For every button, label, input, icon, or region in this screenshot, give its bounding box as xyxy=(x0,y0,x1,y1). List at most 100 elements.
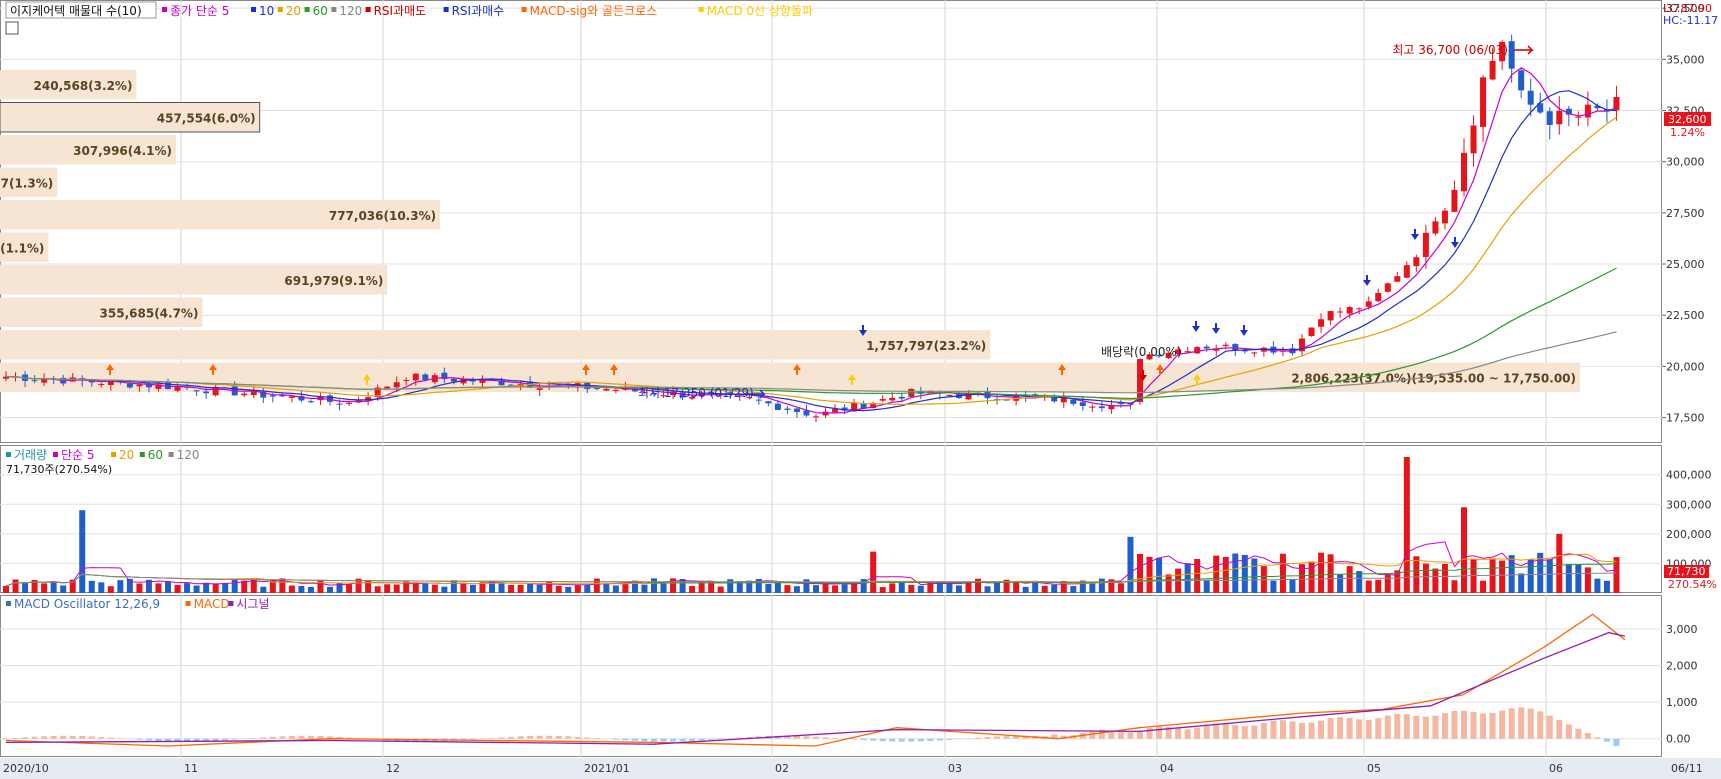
oscillator-bar xyxy=(1489,712,1496,739)
candle-body xyxy=(1432,221,1439,234)
volume-bar xyxy=(536,584,543,593)
low-annotation: 최저 17,350 (01/29) xyxy=(638,386,754,400)
oscillator-bar xyxy=(288,735,295,739)
volume-bar xyxy=(1356,571,1363,593)
volume-bar xyxy=(1518,573,1525,593)
legend-swatch xyxy=(53,452,58,457)
candle-body xyxy=(126,383,133,388)
volume-bar xyxy=(832,585,839,593)
oscillator-bar xyxy=(1422,716,1429,739)
volume-bar xyxy=(1461,507,1467,593)
candle-body xyxy=(1222,344,1229,347)
oscillator-bar xyxy=(1194,728,1201,739)
oscillator-bar xyxy=(870,738,877,741)
candle-body xyxy=(1546,111,1553,125)
candle-body xyxy=(1375,292,1382,302)
oscillator-bar xyxy=(565,736,572,739)
macd-legend-label: MACD Oscillator 12,26,9 xyxy=(14,597,160,611)
volume-bar xyxy=(1594,578,1601,593)
oscillator-bar xyxy=(1356,719,1363,739)
volume-bar xyxy=(889,583,896,593)
volume-bar xyxy=(155,583,162,593)
y-tick-label: 25,000 xyxy=(1666,258,1705,271)
candle-body xyxy=(1318,319,1325,327)
oscillator-bar xyxy=(1117,732,1124,739)
oscillator-bar xyxy=(1375,718,1382,739)
volume-bar xyxy=(565,586,572,593)
oscillator-bar xyxy=(975,737,981,739)
oscillator-bar xyxy=(593,738,600,739)
volume-bar xyxy=(1499,560,1506,593)
volume-bar xyxy=(593,578,600,593)
candle-body xyxy=(879,399,886,401)
candle-body xyxy=(41,379,48,383)
legend-label: 종가 단순 5 xyxy=(170,4,229,18)
volume-bar xyxy=(1127,536,1134,593)
oscillator-bar xyxy=(1565,724,1572,739)
volume-legend-label: 거래량 xyxy=(14,448,47,462)
oscillator-bar xyxy=(813,736,819,739)
candle-body xyxy=(384,386,391,389)
volume-bar xyxy=(3,585,9,593)
volume-bar xyxy=(1403,457,1410,593)
oscillator-bar xyxy=(660,738,667,742)
oscillator-bar xyxy=(250,738,257,739)
oscillator-bar xyxy=(670,738,677,742)
oscillator-bar xyxy=(1308,722,1315,739)
candle-body xyxy=(1441,210,1448,224)
volume-bar xyxy=(1527,559,1534,593)
candle-body xyxy=(1346,307,1353,314)
x-tick-label: 06/11 xyxy=(1671,762,1703,775)
oscillator-bar xyxy=(98,736,105,739)
oscillator-bar xyxy=(31,736,38,739)
oscillator-bar xyxy=(1537,711,1544,739)
oscillator-bar xyxy=(1432,715,1439,739)
volume-bar xyxy=(765,583,772,593)
volume-bar xyxy=(641,584,648,593)
oscillator-bar xyxy=(1613,738,1620,747)
volume-bar xyxy=(1575,564,1582,593)
oscillator-bar xyxy=(1327,718,1334,739)
volume-bar xyxy=(784,585,791,593)
volume-bar xyxy=(584,584,591,593)
volume-bar xyxy=(517,584,524,593)
oscillator-bar xyxy=(1441,713,1448,739)
volume-bar xyxy=(79,510,86,593)
volume-profile-label: 101,327(1.3%) xyxy=(0,177,53,191)
volume-bar xyxy=(498,582,505,593)
volume-bar xyxy=(527,583,534,593)
volume-bar xyxy=(955,585,962,593)
oscillator-bar xyxy=(517,736,524,739)
volume-bar xyxy=(689,586,696,593)
oscillator-bar xyxy=(279,736,286,739)
current-volume: 71,730 xyxy=(1667,565,1706,578)
volume-bar xyxy=(441,586,448,593)
oscillator-bar xyxy=(1518,707,1525,739)
legend-swatch xyxy=(698,7,704,12)
oscillator-bar xyxy=(269,736,276,739)
oscillator-bar xyxy=(22,737,29,739)
volume-bar xyxy=(822,583,829,593)
candle-body xyxy=(1070,399,1077,404)
oscillator-bar xyxy=(307,735,314,739)
oscillator-bar xyxy=(879,738,886,742)
candle-body xyxy=(1356,308,1363,310)
y-tick-label: 22,500 xyxy=(1666,309,1705,322)
candle-body xyxy=(832,409,839,413)
volume-bar xyxy=(41,583,48,593)
volume-bar xyxy=(1451,580,1458,593)
candle-body xyxy=(1489,60,1496,80)
current-price: 32,600 xyxy=(1668,113,1707,126)
oscillator-bar xyxy=(908,738,915,742)
high-annotation: 최고 36,700 (06/03) xyxy=(1392,43,1508,57)
oscillator-bar xyxy=(1403,714,1410,739)
oscillator-bar xyxy=(889,738,896,742)
volume-bar xyxy=(793,586,800,593)
oscillator-bar xyxy=(898,738,905,742)
candle-body xyxy=(450,378,457,382)
volume-bar xyxy=(622,582,629,593)
y-tick-label: 35,000 xyxy=(1666,53,1705,66)
candle-body xyxy=(755,399,762,401)
volume-readout: 71,730주(270.54%) xyxy=(6,463,112,476)
volume-bar xyxy=(88,580,95,593)
